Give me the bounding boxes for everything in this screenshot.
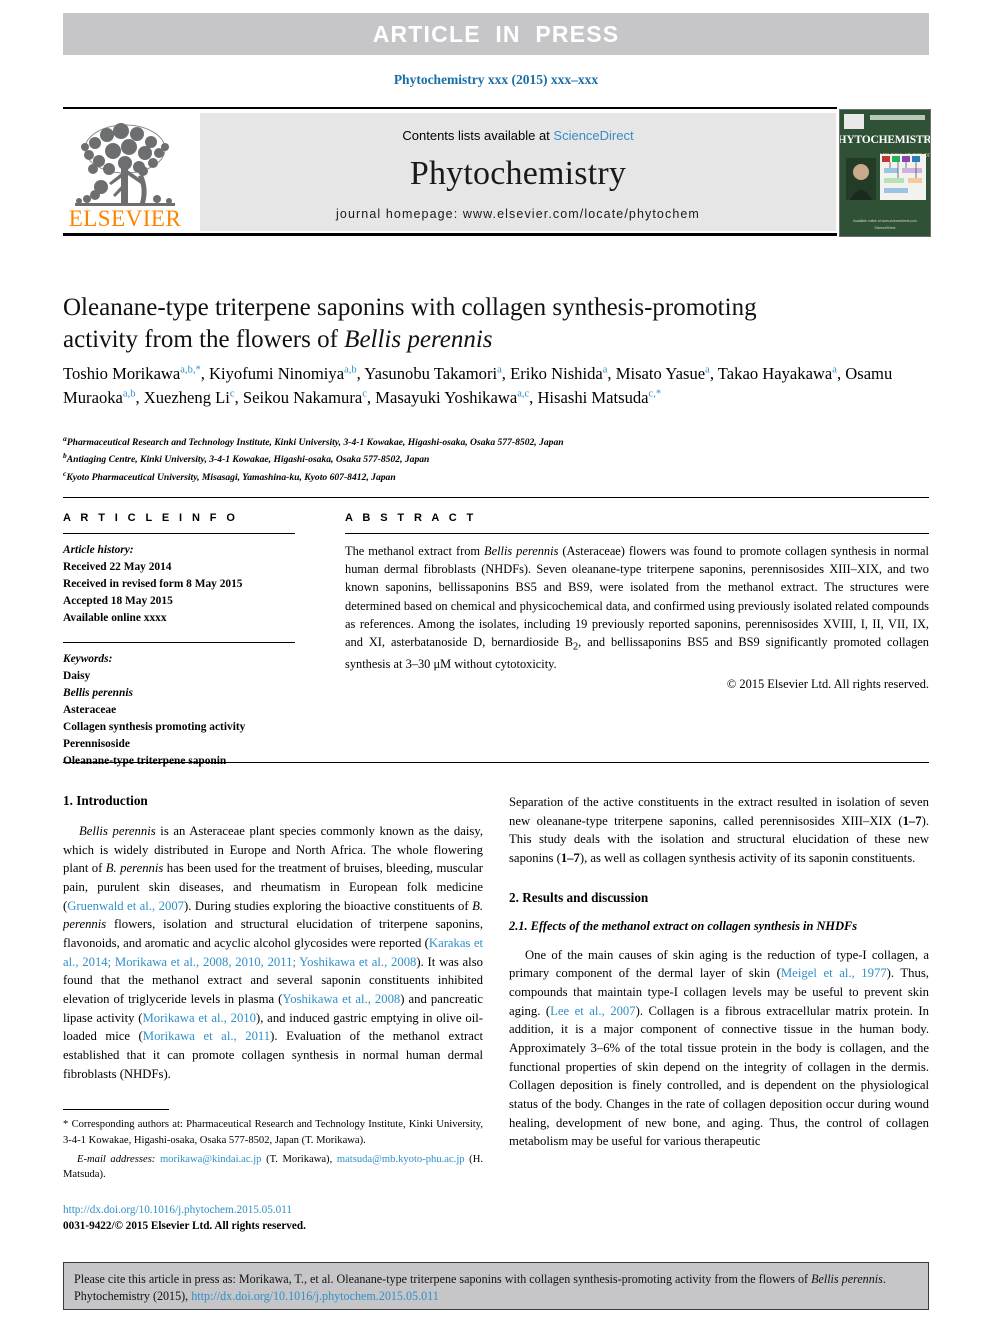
abstract-copyright: © 2015 Elsevier Ltd. All rights reserved… bbox=[726, 677, 929, 692]
article-info-rule bbox=[63, 533, 295, 534]
masthead-bottom-rule bbox=[63, 233, 837, 236]
svg-text:ELSEVIER: ELSEVIER bbox=[69, 206, 182, 231]
abstract-column: A B S T R A C T The methanol extract fro… bbox=[345, 512, 929, 692]
svg-text:Available online at www.scienc: Available online at www.sciencedirect.co… bbox=[853, 219, 917, 223]
introduction-paragraph: Bellis perennis is an Asteraceae plant s… bbox=[63, 824, 484, 1081]
affiliation-list: aPharmaceutical Research and Technology … bbox=[63, 433, 929, 485]
svg-text:ScienceDirect: ScienceDirect bbox=[875, 226, 896, 230]
issn-copyright-line: 0031-9422/© 2015 Elsevier Ltd. All right… bbox=[63, 1219, 306, 1232]
journal-cover-thumbnail: PHYTOCHEMISTRY MOLECULAR BIOLOGY BIOCHEM… bbox=[839, 109, 931, 237]
footnote-divider bbox=[63, 1109, 169, 1111]
abstract-text: The methanol extract from Bellis perenni… bbox=[345, 544, 929, 671]
sciencedirect-link[interactable]: ScienceDirect bbox=[553, 128, 633, 143]
affiliation-item: bAntiaging Centre, Kinki University, 3-4… bbox=[63, 450, 929, 467]
title-line-2-prefix: activity from the flowers of bbox=[63, 326, 345, 353]
journal-masthead: ELSEVIER Contents lists available at Sci… bbox=[63, 107, 931, 237]
affiliation-text: Antiaging Centre, Kinki University, 3-4-… bbox=[66, 454, 430, 466]
affiliation-item: aPharmaceutical Research and Technology … bbox=[63, 433, 929, 450]
keyword-item: Perennisoside bbox=[63, 737, 130, 750]
keywords-label: Keywords: bbox=[63, 653, 113, 666]
keyword-item: Collagen synthesis promoting activity bbox=[63, 720, 246, 733]
history-online: Available online xxxx bbox=[63, 611, 167, 624]
journal-homepage-line[interactable]: journal homepage: www.elsevier.com/locat… bbox=[336, 207, 700, 221]
title-line-1: Oleanane-type triterpene saponins with c… bbox=[63, 294, 757, 321]
running-head: Phytochemistry xxx (2015) xxx–xxx bbox=[393, 72, 599, 87]
article-info-heading: A R T I C L E I N F O bbox=[63, 512, 239, 524]
article-in-press-banner: ARTICLE IN PRESS bbox=[63, 13, 929, 55]
history-received: Received 22 May 2014 bbox=[63, 560, 172, 573]
affiliation-text: Kyoto Pharmaceutical University, Misasag… bbox=[66, 471, 396, 483]
title-species-name: Bellis perennis bbox=[344, 326, 493, 353]
section-heading-introduction: 1. Introduction bbox=[63, 793, 148, 808]
doi-link[interactable]: http://dx.doi.org/10.1016/j.phytochem.20… bbox=[63, 1203, 483, 1219]
keywords-block: Keywords: Daisy Bellis perennis Asterace… bbox=[63, 651, 295, 769]
subsection-heading-2-1: 2.1. Effects of the methanol extract on … bbox=[509, 918, 858, 933]
elsevier-logo: ELSEVIER bbox=[65, 113, 185, 231]
body-column-left: 1. Introduction Bellis perennis is an As… bbox=[63, 793, 483, 1234]
author-list: Toshio Morikawaa,b,*, Kiyofumi Ninomiyaa… bbox=[63, 364, 893, 407]
cite-this-article-text: Please cite this article in press as: Mo… bbox=[74, 1272, 886, 1304]
svg-text:PHYTOCHEMISTRY: PHYTOCHEMISTRY bbox=[840, 134, 930, 146]
journal-title: Phytochemistry bbox=[409, 154, 627, 192]
doi-block: http://dx.doi.org/10.1016/j.phytochem.20… bbox=[63, 1203, 483, 1234]
info-section-top-rule bbox=[63, 497, 929, 498]
affiliation-item: cKyoto Pharmaceutical University, Misasa… bbox=[63, 468, 929, 485]
contents-available-line: Contents lists available at ScienceDirec… bbox=[402, 128, 633, 143]
journal-cover-image: PHYTOCHEMISTRY MOLECULAR BIOLOGY BIOCHEM… bbox=[840, 110, 930, 236]
body-section-top-rule bbox=[63, 762, 929, 763]
body-column-right: Separation of the active constituents in… bbox=[509, 793, 929, 1161]
email-addresses-label: E-mail addresses: bbox=[77, 1154, 156, 1166]
article-history-block: Article history: Received 22 May 2014 Re… bbox=[63, 542, 295, 626]
keyword-item: Asteraceae bbox=[63, 704, 117, 716]
masthead-top-rule bbox=[63, 107, 837, 109]
page-title: Oleanane-type triterpene saponins with c… bbox=[63, 292, 883, 356]
elsevier-tree-icon: ELSEVIER bbox=[69, 123, 182, 231]
cite-this-article-box: Please cite this article in press as: Mo… bbox=[63, 1262, 929, 1310]
keyword-item: Bellis perennis bbox=[63, 687, 133, 700]
sciencedirect-box: Contents lists available at ScienceDirec… bbox=[200, 113, 836, 231]
separation-paragraph: Separation of the active constituents in… bbox=[509, 795, 929, 866]
keywords-rule bbox=[63, 642, 295, 644]
section-heading-results: 2. Results and discussion bbox=[509, 889, 649, 905]
corresponding-author-note: * Corresponding authors at: Pharmaceutic… bbox=[63, 1119, 483, 1146]
contents-available-prefix: Contents lists available at bbox=[402, 127, 554, 143]
email-addresses-note: E-mail addresses: morikawa@kindai.ac.jp … bbox=[63, 1152, 483, 1183]
collagen-paragraph: One of the main causes of skin aging is … bbox=[509, 947, 929, 1149]
abstract-heading: A B S T R A C T bbox=[345, 512, 477, 524]
history-accepted: Accepted 18 May 2015 bbox=[63, 594, 173, 607]
article-history-label: Article history: bbox=[63, 544, 134, 556]
abstract-rule bbox=[345, 533, 929, 534]
history-revised: Received in revised form 8 May 2015 bbox=[63, 577, 243, 590]
affiliation-text: Pharmaceutical Research and Technology I… bbox=[66, 437, 564, 449]
keyword-item: Daisy bbox=[63, 670, 91, 683]
article-page: ARTICLE IN PRESS Phytochemistry xxx (201… bbox=[0, 0, 992, 1323]
article-info-column: A R T I C L E I N F O Article history: R… bbox=[63, 512, 295, 770]
article-in-press-label: ARTICLE IN PRESS bbox=[372, 20, 620, 47]
